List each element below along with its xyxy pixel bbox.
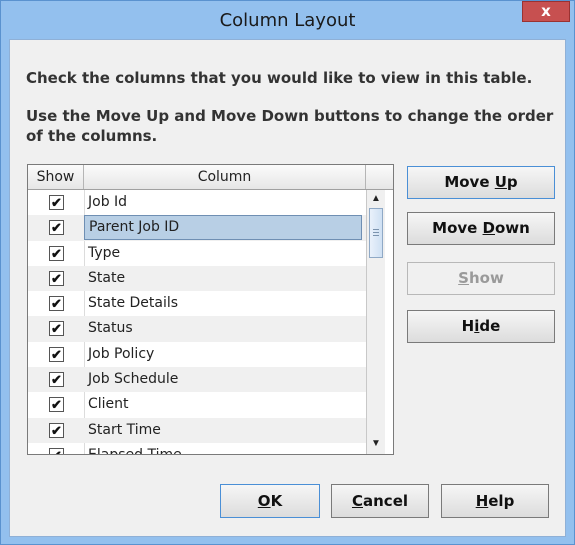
show-checkbox[interactable]: ✔ xyxy=(49,220,64,236)
move-up-label: Move Up xyxy=(444,173,518,191)
move-down-label: Move Down xyxy=(432,219,530,237)
move-down-button[interactable]: Move Down xyxy=(407,212,555,245)
show-checkbox[interactable]: ✔ xyxy=(49,422,64,438)
show-checkbox[interactable]: ✔ xyxy=(49,245,64,261)
column-name-cell[interactable]: Type xyxy=(84,241,362,266)
close-button[interactable]: x xyxy=(522,1,570,22)
show-checkbox[interactable]: ✔ xyxy=(49,397,64,413)
show-checkbox[interactable]: ✔ xyxy=(49,296,64,312)
hide-button[interactable]: Hide xyxy=(407,310,555,343)
table-row[interactable]: ✔ Job Schedule xyxy=(28,367,366,393)
table-row[interactable]: ✔ Client xyxy=(28,392,366,417)
ok-button[interactable]: OK xyxy=(220,484,320,518)
table-row[interactable]: ✔ Parent Job ID xyxy=(28,215,366,241)
column-name-cell[interactable]: Elapsed Time xyxy=(84,443,362,454)
dialog-content: Check the columns that you would like to… xyxy=(9,39,566,537)
table-row[interactable]: ✔ Job Id xyxy=(28,190,366,215)
show-label: Show xyxy=(458,269,504,287)
column-name-cell[interactable]: Client xyxy=(84,392,362,417)
instruction-line-3: of the columns. xyxy=(26,127,158,145)
show-checkbox[interactable]: ✔ xyxy=(49,447,64,454)
column-name-cell[interactable]: Start Time xyxy=(84,418,362,443)
column-column-header[interactable]: Column xyxy=(84,165,366,189)
help-button[interactable]: Help xyxy=(441,484,549,518)
ok-label: OK xyxy=(257,492,283,510)
show-checkbox[interactable]: ✔ xyxy=(49,321,64,337)
show-checkbox[interactable]: ✔ xyxy=(49,270,64,286)
help-label: Help xyxy=(475,492,515,510)
scroll-up-icon[interactable]: ▲ xyxy=(368,190,384,207)
column-table[interactable]: Show Column ✔ Job Id ✔ Parent Job ID ✔ Type ✔ S… xyxy=(27,164,394,455)
table-row[interactable]: ✔ Status xyxy=(28,316,366,342)
show-column-header[interactable]: Show xyxy=(28,165,84,189)
scroll-thumb[interactable] xyxy=(369,208,383,258)
column-layout-dialog: Column Layout x Check the columns that y… xyxy=(0,0,575,545)
table-row[interactable]: ✔ State Details xyxy=(28,291,366,316)
table-row[interactable]: ✔ Start Time xyxy=(28,417,366,443)
table-header: Show Column xyxy=(28,165,393,190)
column-name-cell[interactable]: State xyxy=(84,266,362,291)
cancel-label: Cancel xyxy=(351,492,409,510)
show-button[interactable]: Show xyxy=(407,262,555,295)
vertical-scrollbar[interactable]: ▲ ▼ xyxy=(366,190,385,454)
table-row[interactable]: ✔ State xyxy=(28,265,366,292)
column-name-cell[interactable]: Job Schedule xyxy=(84,367,362,392)
title-bar[interactable]: Column Layout x xyxy=(1,1,574,39)
dialog-title: Column Layout xyxy=(219,10,356,31)
table-rows: ✔ Job Id ✔ Parent Job ID ✔ Type ✔ State ✔ State D… xyxy=(28,190,366,454)
table-row[interactable]: ✔ Job Policy xyxy=(28,342,366,367)
table-row[interactable]: ✔ Elapsed Time xyxy=(28,443,366,454)
move-up-button[interactable]: Move Up xyxy=(407,166,555,199)
column-name-cell[interactable]: Job Policy xyxy=(84,342,362,367)
column-name-cell[interactable]: Status xyxy=(84,316,362,341)
instruction-line-2: Use the Move Up and Move Down buttons to… xyxy=(26,107,554,125)
hide-label: Hide xyxy=(461,317,501,335)
show-checkbox[interactable]: ✔ xyxy=(49,372,64,388)
scroll-down-icon[interactable]: ▼ xyxy=(368,435,384,452)
instruction-line-1: Check the columns that you would like to… xyxy=(26,69,533,87)
column-name-cell[interactable]: Parent Job ID xyxy=(84,215,362,241)
table-row[interactable]: ✔ Type xyxy=(28,241,366,266)
show-checkbox[interactable]: ✔ xyxy=(49,346,64,362)
cancel-button[interactable]: Cancel xyxy=(331,484,429,518)
show-checkbox[interactable]: ✔ xyxy=(49,195,64,210)
column-name-cell[interactable]: State Details xyxy=(84,291,362,316)
column-name-cell[interactable]: Job Id xyxy=(84,190,362,215)
